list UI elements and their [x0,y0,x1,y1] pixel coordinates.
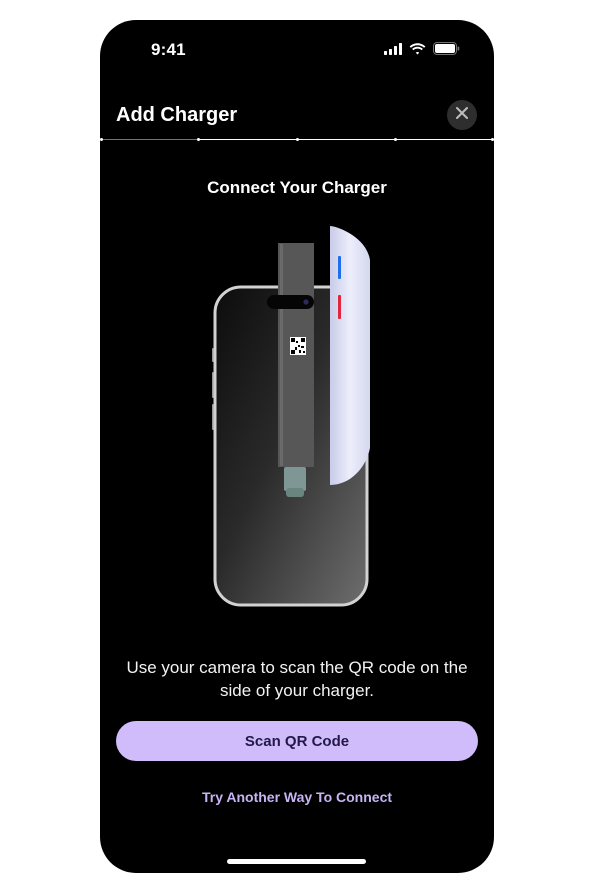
scan-qr-code-button[interactable]: Scan QR Code [116,721,478,761]
status-time: 9:41 [151,40,186,59]
progress-step-dot [491,138,494,141]
progress-fill [100,139,199,140]
scan-qr-code-label: Scan QR Code [244,732,350,750]
phone-and-charger-illustration [200,220,380,615]
progress-step-dot [197,138,200,141]
page-title: Add Charger [116,104,238,126]
status-icons [384,42,460,60]
progress-step-dot [295,138,299,141]
cellular-signal-icon [384,42,402,60]
app-screen: 9:41 Add Charger Connect Your Charger Us… [100,20,494,873]
wifi-icon [409,42,426,60]
try-another-way-link[interactable]: Try Another Way To Connect [100,789,494,805]
battery-icon [433,42,460,60]
progress-indicator [100,138,494,141]
home-indicator [227,859,366,864]
close-button[interactable] [447,100,477,130]
progress-step-dot [100,138,103,141]
close-icon [456,106,468,124]
step-title: Connect Your Charger [207,178,387,197]
progress-step-dot [394,138,397,141]
instruction-text: Use your camera to scan the QR code on t… [126,658,468,700]
